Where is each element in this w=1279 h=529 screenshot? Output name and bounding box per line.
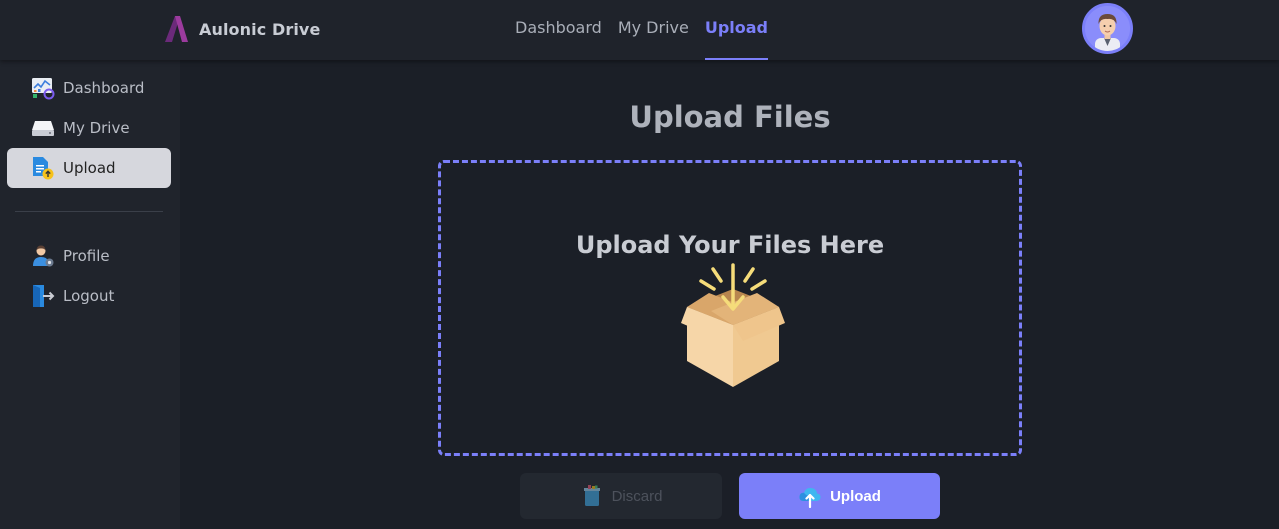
sidebar: Dashboard My Drive Upload Profile Logout [0,60,180,529]
sidebar-item-label: My Drive [63,119,130,137]
sidebar-item-label: Profile [63,247,110,265]
sidebar-item-dashboard[interactable]: Dashboard [7,68,171,108]
top-bar: Aulonic Drive Dashboard My Drive Upload [0,0,1279,60]
brand[interactable]: Aulonic Drive [163,14,320,44]
sidebar-item-label: Dashboard [63,79,145,97]
logout-icon [33,285,55,307]
sidebar-item-profile[interactable]: Profile [7,236,171,276]
nav-my-drive[interactable]: My Drive [618,0,689,60]
hard-drive-icon [32,121,54,136]
upload-label: Upload [830,487,881,505]
user-avatar-icon [1085,6,1130,51]
sidebar-item-upload[interactable]: Upload [7,148,171,188]
app-name: Aulonic Drive [199,19,321,39]
dashboard-chart-icon [32,78,55,100]
page-title: Upload Files [629,100,831,134]
discard-label: Discard [611,487,663,505]
sidebar-item-label: Logout [63,287,115,305]
sidebar-divider [15,211,163,212]
sidebar-item-my-drive[interactable]: My Drive [7,108,171,148]
cloud-upload-icon [799,487,821,508]
open-box-icon [681,263,785,387]
sidebar-item-logout[interactable]: Logout [7,276,171,316]
upload-dropzone[interactable]: Upload Your Files Here [438,160,1022,456]
user-settings-icon [33,245,54,267]
file-upload-icon [33,157,54,180]
top-nav: Dashboard My Drive Upload [515,0,769,60]
nav-upload[interactable]: Upload [704,0,769,60]
upload-button[interactable]: Upload [739,473,940,519]
trash-icon [583,485,600,506]
discard-button[interactable]: Discard [520,473,722,519]
sidebar-item-label: Upload [63,159,116,177]
dropzone-text: Upload Your Files Here [575,231,885,259]
aulonic-logo-icon [165,16,188,42]
avatar[interactable] [1082,3,1133,54]
nav-dashboard[interactable]: Dashboard [515,0,602,60]
